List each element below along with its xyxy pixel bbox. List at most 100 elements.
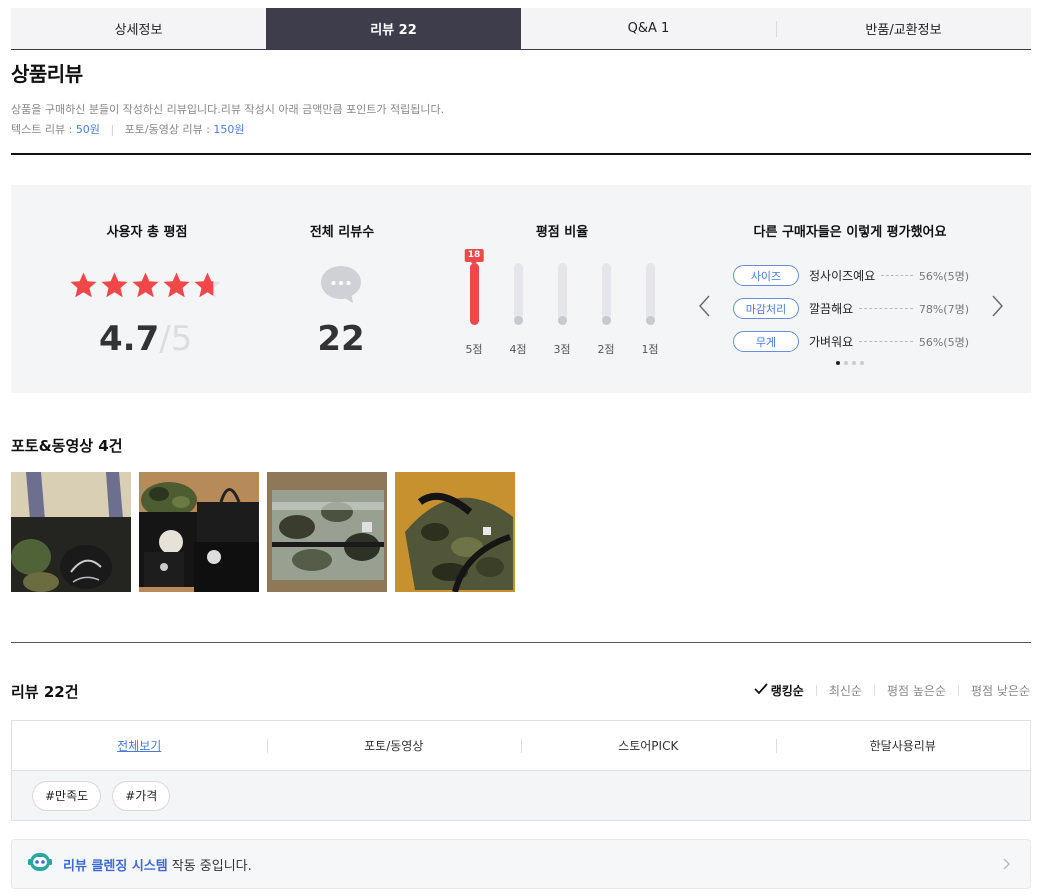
tag-satisfaction[interactable]: #만족도 bbox=[32, 780, 102, 811]
chevron-left-icon bbox=[699, 295, 710, 317]
page-title: 상품리뷰 bbox=[11, 62, 83, 86]
review-photo-2[interactable] bbox=[139, 472, 259, 592]
tab-detail-info[interactable]: 상세정보 bbox=[11, 8, 266, 49]
eval-leader-dots bbox=[881, 275, 913, 276]
pager-dot[interactable] bbox=[852, 361, 856, 365]
speech-bubble-icon bbox=[319, 263, 363, 309]
ratio-bar-2: 2점 bbox=[590, 263, 622, 357]
points-divider: | bbox=[110, 123, 115, 136]
star-icon bbox=[100, 271, 129, 299]
rating-value: 4.7 bbox=[99, 319, 160, 359]
pager-dot[interactable] bbox=[844, 361, 848, 365]
ratio-track bbox=[645, 263, 655, 325]
filter-tab-all[interactable]: 전체보기 bbox=[12, 721, 267, 770]
eval-prev-button[interactable] bbox=[697, 293, 713, 319]
ratio-count-badge: 18 bbox=[464, 249, 484, 265]
photo-section-title: 포토&동영상 4건 bbox=[11, 437, 123, 455]
review-tab-bar: 상세정보 리뷰 22 Q&A 1 반품/교환정보 bbox=[11, 8, 1031, 50]
star-icon bbox=[162, 271, 191, 299]
sort-rating-high[interactable]: 평점 높은순 bbox=[887, 682, 946, 699]
eval-row-size: 사이즈 정사이즈예요 56%(5명) bbox=[733, 265, 969, 286]
eval-row-finish: 마감처리 깔끔해요 78%(7명) bbox=[733, 298, 969, 319]
eval-tag-finish: 마감처리 bbox=[733, 298, 799, 319]
ratio-bar-5: 18 5점 bbox=[458, 249, 490, 357]
ratio-bar-1: 1점 bbox=[634, 263, 666, 357]
eval-pct-size: 56%(5명) bbox=[918, 269, 969, 283]
sort-divider bbox=[815, 685, 817, 696]
star-icon bbox=[69, 271, 98, 299]
text-review-label: 텍스트 리뷰 : bbox=[11, 123, 73, 136]
tab-qna[interactable]: Q&A 1 bbox=[521, 8, 776, 49]
tag-price[interactable]: #가격 bbox=[112, 780, 171, 811]
photo-review-value: 150원 bbox=[213, 123, 245, 136]
ratio-bar-3: 3점 bbox=[546, 263, 578, 357]
filter-tab-photo[interactable]: 포토/동영상 bbox=[266, 721, 522, 770]
ratio-knob bbox=[513, 316, 523, 325]
eval-leader-dots bbox=[859, 308, 913, 309]
total-reviews-label: 전체 리뷰수 bbox=[309, 225, 375, 240]
star-icon bbox=[131, 271, 160, 299]
ratio-label: 5점 bbox=[465, 343, 483, 356]
eval-next-button[interactable] bbox=[989, 293, 1005, 319]
ratio-label: 3점 bbox=[553, 343, 571, 356]
robot-icon bbox=[27, 850, 53, 878]
photo-review-label: 포토/동영상 리뷰 : bbox=[124, 123, 210, 136]
section-divider bbox=[11, 642, 1031, 643]
review-points-info: 텍스트 리뷰 : 50원 | 포토/동영상 리뷰 : 150원 bbox=[11, 121, 245, 137]
review-photo-4[interactable] bbox=[395, 472, 515, 592]
ratio-track bbox=[601, 263, 611, 325]
filter-tab-store-pick[interactable]: 스토어PICK bbox=[521, 721, 776, 770]
eval-pct-finish: 78%(7명) bbox=[918, 302, 969, 316]
review-summary: 사용자 총 평점 4.7/5 전체 리뷰수 22 평점 비율 18 5점 4점 3점 2… bbox=[11, 185, 1031, 393]
cleansing-highlight: 리뷰 클렌징 시스템 bbox=[63, 858, 168, 874]
sort-options: 랭킹순 최신순 평점 높은순 평점 낮은순 bbox=[754, 682, 1030, 699]
sort-divider bbox=[873, 685, 875, 696]
eval-text-size: 정사이즈예요 bbox=[809, 269, 876, 283]
pager-dot[interactable] bbox=[860, 361, 864, 365]
check-icon bbox=[754, 683, 768, 698]
review-cleansing-banner[interactable]: 리뷰 클렌징 시스템 작동 중입니다. bbox=[11, 839, 1031, 889]
review-list-title: 리뷰 22건 bbox=[11, 683, 79, 701]
total-review-count: 22 bbox=[317, 319, 365, 359]
review-photo-1[interactable] bbox=[11, 472, 131, 592]
filter-tags: #만족도 #가격 bbox=[12, 771, 1030, 820]
eval-tag-weight: 무게 bbox=[733, 331, 799, 352]
tab-return-exchange[interactable]: 반품/교환정보 bbox=[776, 8, 1031, 49]
tab-review[interactable]: 리뷰 22 bbox=[266, 8, 521, 49]
ratio-label: 4점 bbox=[509, 343, 527, 356]
ratio-knob bbox=[601, 316, 611, 325]
ratio-knob bbox=[645, 316, 655, 325]
eval-leader-dots bbox=[859, 341, 913, 342]
sort-rating-low[interactable]: 평점 낮은순 bbox=[971, 682, 1030, 699]
sort-latest[interactable]: 최신순 bbox=[829, 682, 862, 699]
review-filter: 전체보기 포토/동영상 스토어PICK 한달사용리뷰 #만족도 #가격 bbox=[11, 720, 1031, 821]
rating-stars bbox=[69, 271, 222, 299]
chevron-right-icon bbox=[992, 295, 1003, 317]
chevron-right-icon bbox=[1002, 857, 1012, 875]
ratio-fill bbox=[469, 263, 479, 325]
pager-dot[interactable] bbox=[836, 361, 840, 365]
rating-max: /5 bbox=[159, 319, 193, 359]
photo-list bbox=[11, 472, 515, 592]
ratio-bar-4: 4점 bbox=[502, 263, 534, 357]
ratio-label: 평점 비율 bbox=[535, 225, 589, 240]
review-photo-3[interactable] bbox=[267, 472, 387, 592]
star-icon bbox=[193, 271, 222, 299]
sort-divider bbox=[957, 685, 959, 696]
eval-row-weight: 무게 가벼워요 56%(5명) bbox=[733, 331, 969, 352]
ratio-label: 1점 bbox=[641, 343, 659, 356]
filter-tabs: 전체보기 포토/동영상 스토어PICK 한달사용리뷰 bbox=[12, 721, 1030, 771]
cleansing-text: 작동 중입니다. bbox=[171, 858, 252, 874]
eval-tag-size: 사이즈 bbox=[733, 265, 799, 286]
rating-score: 4.7/5 bbox=[99, 319, 192, 359]
filter-tab-month-use[interactable]: 한달사용리뷰 bbox=[775, 721, 1031, 770]
ratio-track: 18 bbox=[464, 249, 484, 325]
ratio-knob bbox=[557, 316, 567, 325]
eval-text-finish: 깔끔해요 bbox=[809, 302, 854, 316]
ratio-track bbox=[513, 263, 523, 325]
eval-pager bbox=[836, 361, 864, 365]
section-divider bbox=[11, 153, 1031, 155]
eval-text-weight: 가벼워요 bbox=[809, 335, 854, 349]
text-review-value: 50원 bbox=[75, 123, 100, 136]
sort-ranking[interactable]: 랭킹순 bbox=[771, 682, 804, 699]
